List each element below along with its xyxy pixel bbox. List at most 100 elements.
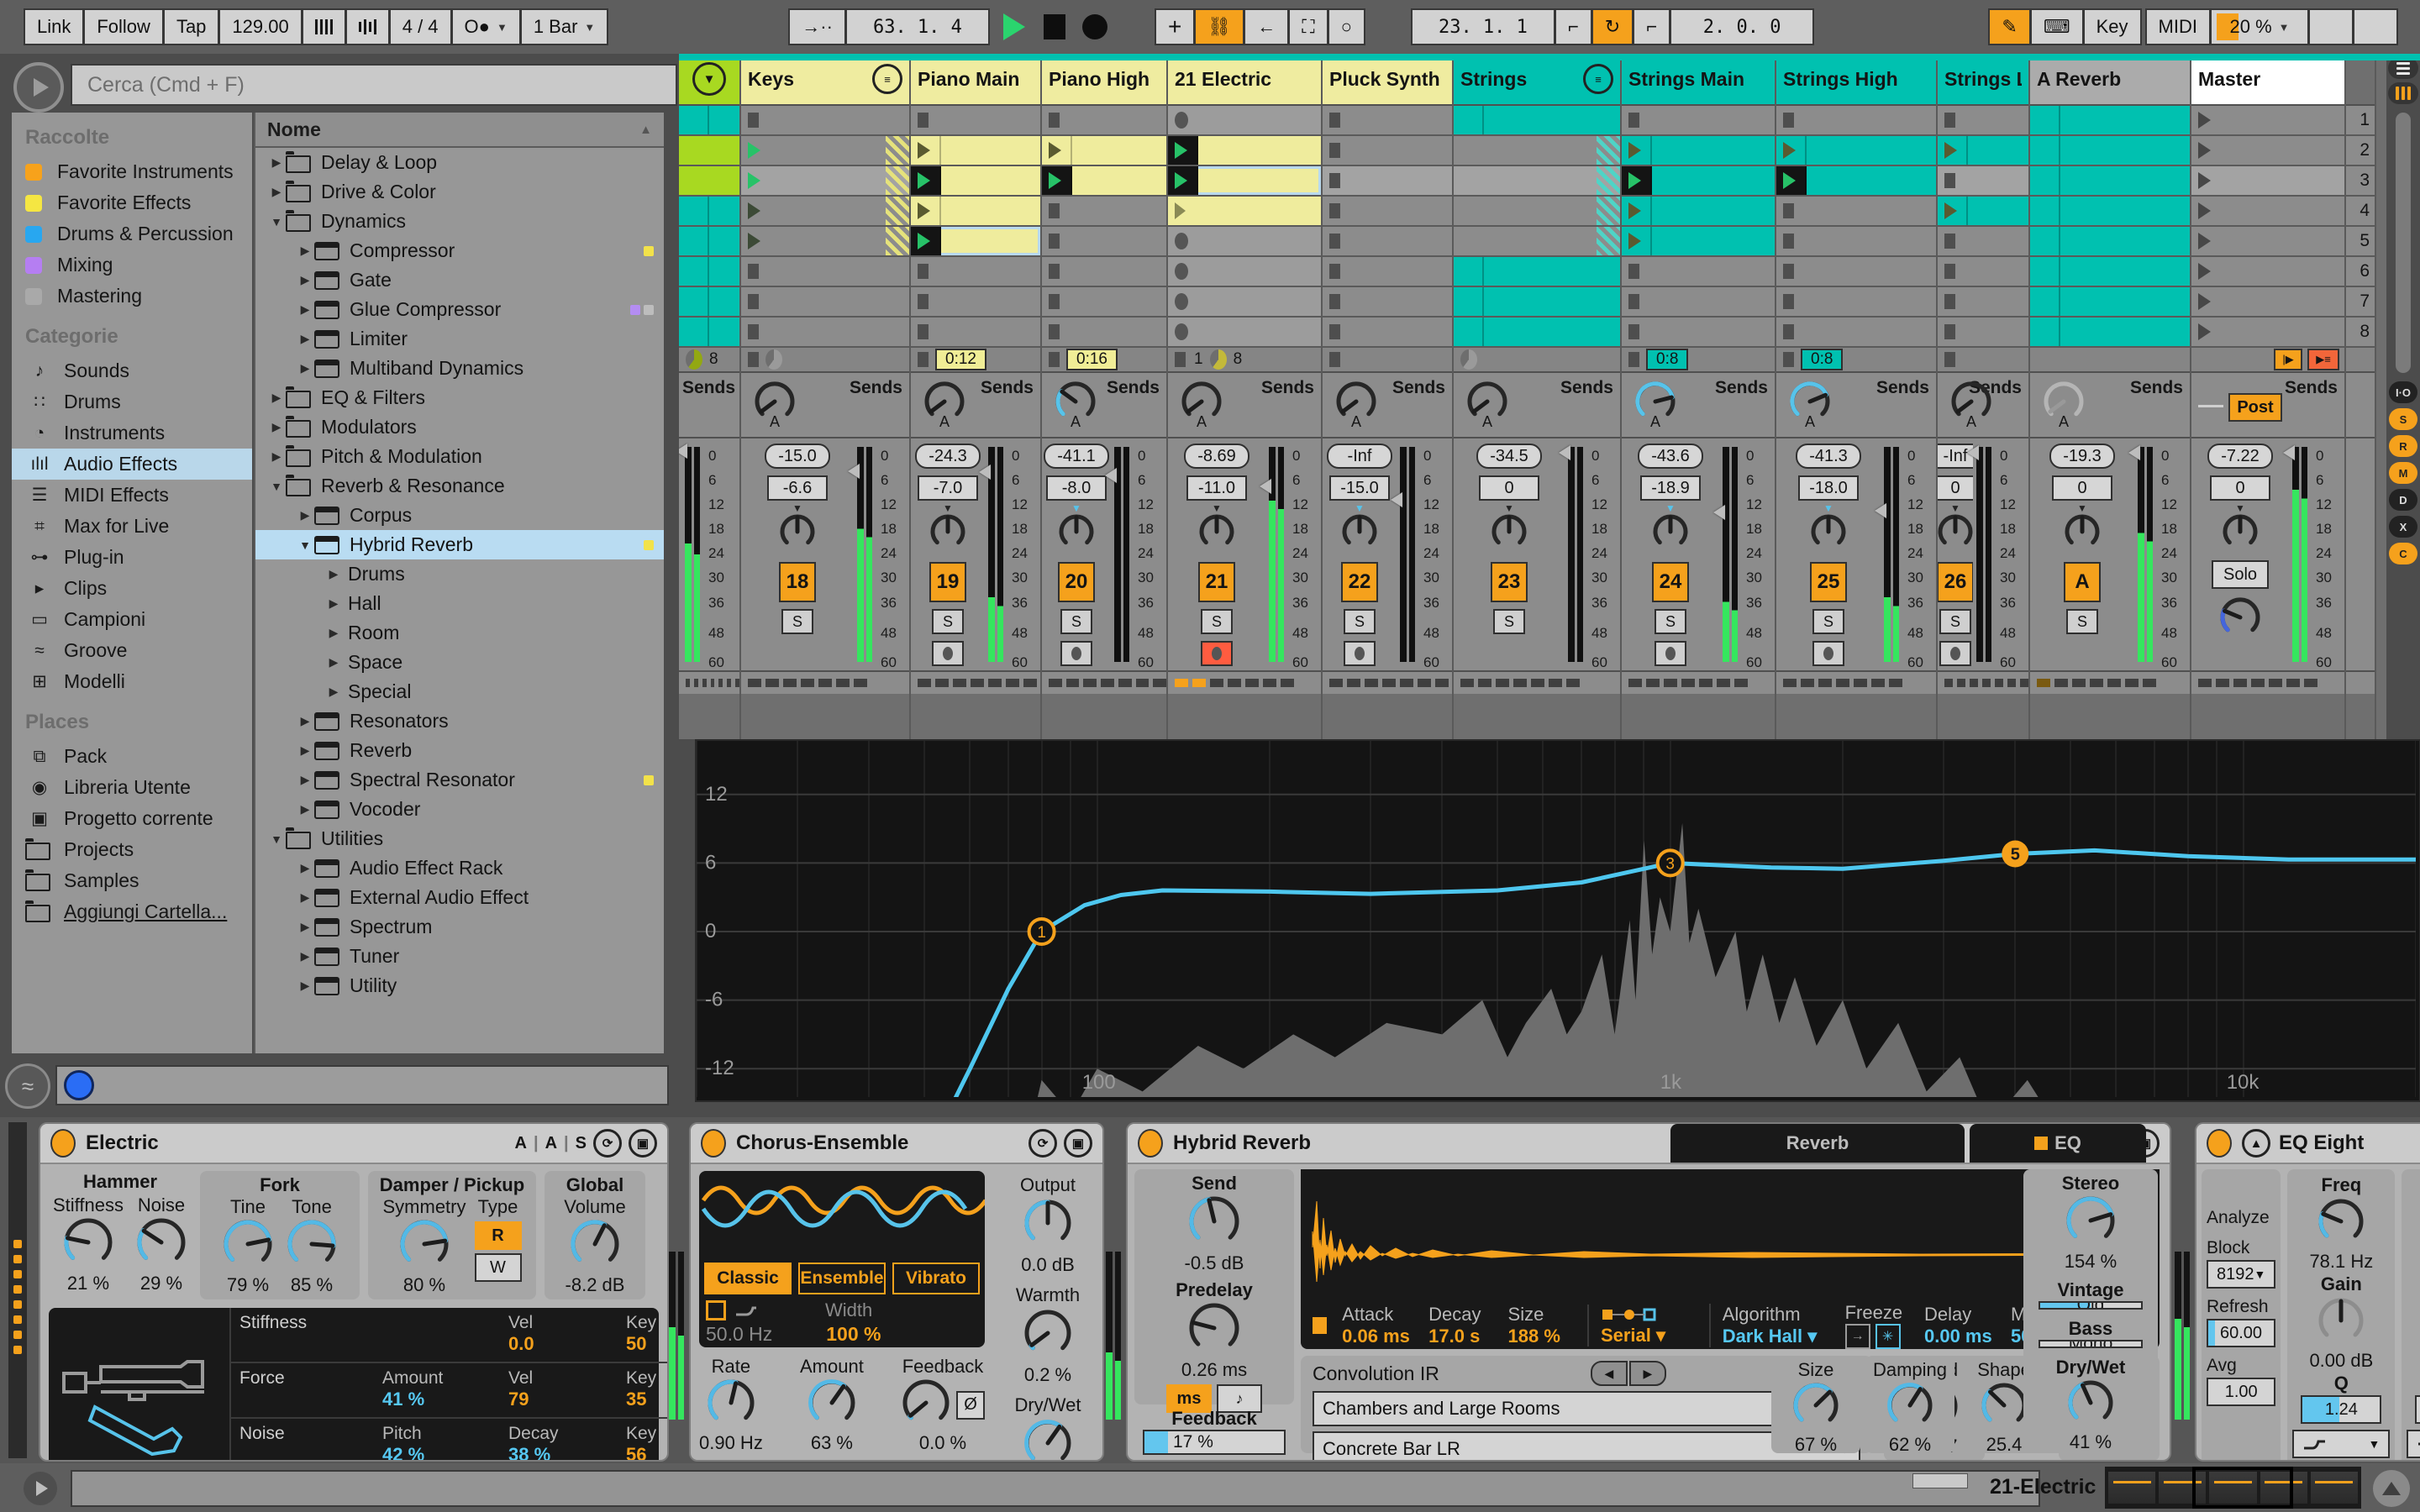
track-header-strings-high[interactable]: Strings High [1776, 54, 1936, 106]
scene-launch-button[interactable] [2198, 323, 2211, 340]
strip-button-c[interactable]: C [2389, 543, 2417, 564]
clip-launch-button[interactable] [2030, 318, 2060, 346]
strip-button-x[interactable]: X [2389, 516, 2417, 538]
send-knob[interactable] [1187, 1194, 1241, 1252]
track-activator-button[interactable]: 19 [929, 562, 966, 602]
clip-stop-button[interactable] [1329, 203, 1340, 218]
volume-fader-handle[interactable] [1713, 505, 1725, 521]
clip-slot[interactable] [1938, 287, 2028, 318]
track-header-electric-21[interactable]: 21 Electric [1168, 54, 1321, 106]
follow-playback-icon[interactable]: →·· [788, 8, 846, 45]
clip-slot[interactable] [911, 136, 1040, 166]
track-activator-button[interactable]: 23 [1491, 562, 1528, 602]
clip-launch-button[interactable] [1168, 197, 1197, 225]
clip-stop-button[interactable] [1049, 203, 1060, 218]
hot-swap-icon[interactable]: ⟳ [593, 1129, 622, 1158]
peak-level-field[interactable]: -19.3 [2049, 444, 2115, 469]
clip-slot[interactable] [911, 106, 1040, 136]
clip-launch-button[interactable] [1454, 287, 1484, 316]
expand-icon[interactable]: ▶ [296, 302, 314, 317]
clip-slot[interactable] [2030, 166, 2190, 197]
clip-launch-button[interactable] [1454, 106, 1484, 134]
tree-item-resonators[interactable]: ▶ Resonators [255, 706, 664, 736]
stop-all-track-clips-button[interactable] [1049, 352, 1060, 367]
clip-slot[interactable] [2030, 287, 2190, 318]
tree-item-spectrum[interactable]: ▶ Spectrum [255, 912, 664, 942]
clip-launch-button[interactable] [911, 197, 941, 225]
phase-invert-button[interactable]: Ø [956, 1390, 985, 1420]
expand-icon[interactable]: ▶ [324, 596, 343, 611]
tree-item-hybrid-reverb[interactable]: ▼ Hybrid Reverb [255, 530, 664, 559]
clip-slot[interactable] [1323, 287, 1452, 318]
volume-fader-handle[interactable] [1260, 478, 1271, 494]
expand-icon[interactable]: ▶ [296, 979, 314, 993]
group-play-icon[interactable] [748, 202, 760, 219]
clip-slot[interactable] [2191, 287, 2344, 318]
volume-fader-handle[interactable] [679, 443, 687, 459]
clip-slot[interactable] [1776, 136, 1936, 166]
clip-slot[interactable] [1042, 166, 1166, 197]
scene-number[interactable]: 4 [2346, 197, 2375, 227]
volume-field[interactable]: 0 [2052, 475, 2112, 501]
time-signature-field[interactable]: 4 / 4 [389, 8, 452, 45]
noise-decay-field[interactable]: 38 % [508, 1444, 626, 1460]
solo-button[interactable]: S [1939, 609, 1971, 634]
clip-stop-button[interactable] [1329, 143, 1340, 158]
volume-fader-handle[interactable] [1875, 502, 1886, 518]
peak-level-field[interactable]: -8.69 [1184, 444, 1249, 469]
algorithm-menu[interactable]: Dark Hall ▾ [1723, 1326, 1845, 1347]
clip-slot[interactable] [679, 227, 739, 257]
cue-volume-knob[interactable] [2218, 596, 2262, 643]
clip-stop-button[interactable] [748, 264, 759, 279]
clip-slot[interactable] [1938, 106, 2028, 136]
clip-launch-button[interactable] [1622, 227, 1652, 255]
scene-number[interactable]: 2 [2346, 136, 2375, 166]
collapse-icon[interactable]: ▼ [267, 480, 286, 493]
group-play-icon[interactable] [748, 233, 760, 249]
arm-button[interactable] [1060, 641, 1092, 666]
save-preset-icon[interactable]: ▣ [629, 1129, 657, 1158]
expand-icon[interactable]: ▶ [324, 685, 343, 699]
tree-item-gate[interactable]: ▶ Gate [255, 265, 664, 295]
clip-slot[interactable] [679, 106, 739, 136]
scene-number[interactable]: 3 [2346, 166, 2375, 197]
clip-launch-button[interactable] [1168, 166, 1198, 195]
tree-item-corpus[interactable]: ▶ Corpus [255, 501, 664, 530]
clip-launch-button[interactable] [911, 227, 941, 255]
refresh-field[interactable]: 60.00 [2207, 1319, 2276, 1347]
clip-launch-button[interactable] [2030, 257, 2060, 286]
volume-field[interactable]: 0 [2210, 475, 2270, 501]
tree-item-external-audio-effect[interactable]: ▶ External Audio Effect [255, 883, 664, 912]
clip-launch-button[interactable] [911, 166, 941, 195]
clip-slot[interactable] [741, 318, 909, 348]
size-knob[interactable] [1791, 1381, 1840, 1434]
volume-fader-handle[interactable] [848, 463, 860, 479]
dry-wet-knob[interactable] [1023, 1418, 1073, 1460]
stop-all-track-clips-button[interactable] [1783, 352, 1794, 367]
clip-slot[interactable] [2030, 136, 2190, 166]
tree-column-header[interactable]: Nome ▲ [255, 113, 664, 148]
clip-launch-button[interactable] [679, 287, 709, 316]
track-header-keys-fold[interactable]: ▼ [679, 54, 739, 106]
slot-record-button[interactable] [1175, 293, 1188, 310]
sidebar-item-midi-effects[interactable]: ☰ MIDI Effects [12, 480, 252, 511]
feedback-knob[interactable] [901, 1378, 951, 1432]
hot-swap-a2[interactable]: A [545, 1134, 557, 1153]
clip-slot[interactable] [1938, 318, 2028, 348]
peak-level-field[interactable]: -41.3 [1796, 444, 1861, 469]
arm-button[interactable] [1655, 641, 1686, 666]
clip-slot[interactable] [1168, 287, 1321, 318]
stop-all-track-clips-button[interactable] [1944, 352, 1955, 367]
volume-fader-handle[interactable] [1391, 492, 1402, 508]
strip-button-d[interactable]: D [2389, 489, 2417, 511]
expand-icon[interactable]: ▶ [296, 773, 314, 787]
tree-item-limiter[interactable]: ▶ Limiter [255, 324, 664, 354]
clip-slot[interactable] [1622, 136, 1775, 166]
clip-slot[interactable] [1622, 197, 1775, 227]
arrangement-record-button[interactable] [1081, 14, 1107, 39]
sidebar-item-audio-effects[interactable]: ılıl Audio Effects [12, 449, 252, 480]
tree-item-dynamics[interactable]: ▼ Dynamics [255, 207, 664, 236]
clip-stop-button[interactable] [1783, 234, 1794, 249]
clip-slot[interactable] [1938, 227, 2028, 257]
scene-scrollbar[interactable] [2396, 113, 2411, 373]
